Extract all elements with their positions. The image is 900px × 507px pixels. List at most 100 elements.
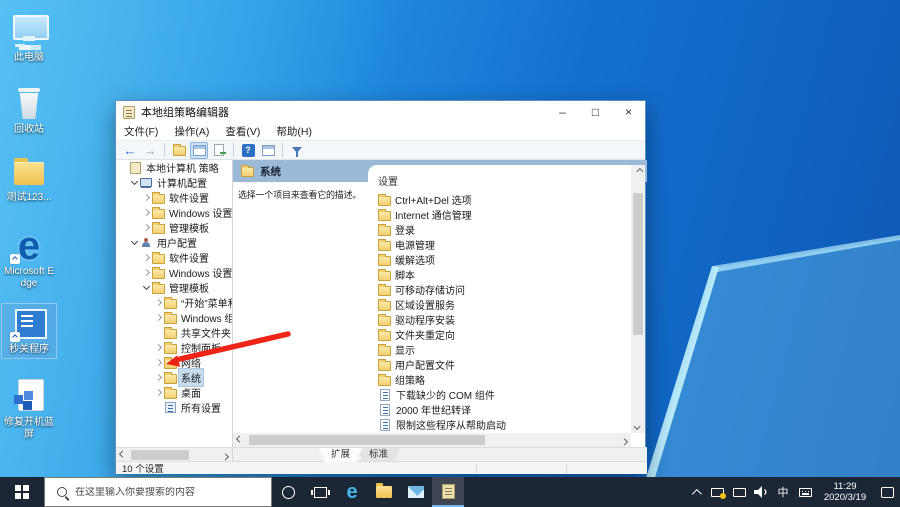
tree-item[interactable]: 计算机配置 xyxy=(116,175,232,190)
tray-notification-app[interactable] xyxy=(706,477,728,507)
tree-item[interactable]: 管理模板 xyxy=(116,220,232,235)
tree-item[interactable]: 用户配置 xyxy=(116,235,232,250)
vertical-scrollbar[interactable] xyxy=(631,165,645,433)
expand-chevron-icon[interactable] xyxy=(154,403,163,412)
settings-item[interactable]: Ctrl+Alt+Del 选项 xyxy=(368,192,631,207)
expand-chevron-icon[interactable] xyxy=(142,268,151,277)
menu-item[interactable]: 文件(F) xyxy=(116,124,166,139)
forward-button[interactable]: → xyxy=(141,142,159,159)
desktop-icon[interactable]: e Microsoft Edge xyxy=(2,226,56,292)
menu-item[interactable]: 查看(V) xyxy=(217,124,268,139)
settings-item[interactable]: 区域设置服务 xyxy=(368,297,631,312)
menu-item[interactable]: 帮助(H) xyxy=(268,124,320,139)
ime-indicator[interactable]: 中 xyxy=(772,477,794,507)
scroll-right-button[interactable] xyxy=(219,448,232,462)
expand-chevron-icon[interactable] xyxy=(119,163,128,172)
expand-chevron-icon[interactable] xyxy=(130,178,139,187)
expand-chevron-icon[interactable] xyxy=(130,238,139,247)
taskbar-search[interactable] xyxy=(44,477,272,507)
tree-horizontal-scrollbar[interactable] xyxy=(116,448,233,462)
tree-item[interactable]: 所有设置 xyxy=(116,400,232,415)
settings-item[interactable]: 登录 xyxy=(368,222,631,237)
tree-item[interactable]: 桌面 xyxy=(116,385,232,400)
back-button[interactable]: ← xyxy=(121,142,139,159)
start-button[interactable] xyxy=(0,477,44,507)
show-console-tree-button[interactable] xyxy=(190,142,208,159)
expand-chevron-icon[interactable] xyxy=(154,313,163,322)
settings-column-header[interactable]: 设置 xyxy=(368,165,631,192)
taskbar-clock[interactable]: 11:29 2020/3/19 xyxy=(816,477,874,507)
cortana-button[interactable] xyxy=(272,477,304,507)
scroll-right-button[interactable] xyxy=(618,433,631,447)
settings-item[interactable]: 组策略 xyxy=(368,372,631,387)
settings-item[interactable]: 2000 年世纪转译 xyxy=(368,402,631,417)
scrollbar-thumb[interactable] xyxy=(633,193,643,335)
scrollbar-thumb[interactable] xyxy=(249,435,485,445)
new-window-button[interactable] xyxy=(259,142,277,159)
tab-standard[interactable]: 标准 xyxy=(357,448,400,462)
filter-button[interactable] xyxy=(288,142,306,159)
expand-chevron-icon[interactable] xyxy=(142,223,151,232)
window-icon xyxy=(262,145,275,156)
action-center-button[interactable] xyxy=(874,477,900,507)
tree-item[interactable]: 软件设置 xyxy=(116,190,232,205)
scrollbar-thumb[interactable] xyxy=(131,450,189,460)
gpedit-taskbar-button[interactable] xyxy=(432,477,464,507)
titlebar[interactable]: 本地组策略编辑器 – □ × xyxy=(116,101,645,123)
mail-icon xyxy=(408,486,424,498)
hidden-icons-button[interactable] xyxy=(684,477,706,507)
settings-item[interactable]: 显示 xyxy=(368,342,631,357)
network-status[interactable] xyxy=(728,477,750,507)
scroll-left-button[interactable] xyxy=(233,433,246,447)
desktop-icon[interactable]: 修复开机蓝屏 xyxy=(2,377,56,443)
settings-item[interactable]: 脚本 xyxy=(368,267,631,282)
up-one-level-button[interactable] xyxy=(170,142,188,159)
expand-chevron-icon[interactable] xyxy=(142,253,151,262)
settings-item[interactable]: 下载缺少的 COM 组件 xyxy=(368,387,631,402)
volume-status[interactable] xyxy=(750,477,772,507)
maximize-button[interactable]: □ xyxy=(579,101,612,123)
expand-chevron-icon[interactable] xyxy=(142,193,151,202)
export-list-button[interactable] xyxy=(210,142,228,159)
edge-taskbar-button[interactable]: e xyxy=(336,477,368,507)
scroll-down-button[interactable] xyxy=(631,420,645,433)
tree-item[interactable]: 软件设置 xyxy=(116,250,232,265)
scroll-up-button[interactable] xyxy=(631,165,645,178)
expand-chevron-icon[interactable] xyxy=(154,298,163,307)
menu-item[interactable]: 操作(A) xyxy=(166,124,217,139)
expand-chevron-icon[interactable] xyxy=(142,208,151,217)
touch-keyboard-button[interactable] xyxy=(794,477,816,507)
settings-item[interactable]: 电源管理 xyxy=(368,237,631,252)
folder-icon xyxy=(130,162,141,174)
expand-chevron-icon[interactable] xyxy=(154,388,163,397)
tree-item[interactable]: 管理模板 xyxy=(116,280,232,295)
settings-item[interactable]: 驱动程序安装 xyxy=(368,312,631,327)
settings-item[interactable]: 可移动存储访问 xyxy=(368,282,631,297)
tab-extended[interactable]: 扩展 xyxy=(319,448,362,462)
settings-item[interactable]: 文件夹重定向 xyxy=(368,327,631,342)
tree-item[interactable]: 本地计算机 策略 xyxy=(116,160,232,175)
settings-item[interactable]: 用户配置文件 xyxy=(368,357,631,372)
task-view-button[interactable] xyxy=(304,477,336,507)
settings-item[interactable]: Internet 通信管理 xyxy=(368,207,631,222)
scroll-left-button[interactable] xyxy=(116,448,129,462)
file-explorer-button[interactable] xyxy=(368,477,400,507)
settings-item[interactable]: 缓解选项 xyxy=(368,252,631,267)
expand-chevron-icon[interactable] xyxy=(142,283,151,292)
desktop-icon[interactable]: 秒关程序 xyxy=(2,304,56,358)
settings-item[interactable]: 限制这些程序从帮助启动 xyxy=(368,417,631,432)
tree-item[interactable]: Windows 设置 xyxy=(116,265,232,280)
close-button[interactable]: × xyxy=(612,101,645,123)
mail-button[interactable] xyxy=(400,477,432,507)
search-input[interactable] xyxy=(75,487,245,498)
tree-item[interactable]: Windows 组 xyxy=(116,310,232,325)
desktop-icon[interactable]: 回收站 xyxy=(2,84,56,138)
horizontal-scrollbar[interactable] xyxy=(233,433,631,447)
tree-item[interactable]: Windows 设置 xyxy=(116,205,232,220)
tree-item[interactable]: “开始”菜单和 xyxy=(116,295,232,310)
desktop-icon[interactable]: 测试123... xyxy=(2,152,56,206)
tree-item-icon xyxy=(151,192,165,204)
desktop-icon[interactable]: 此电脑 xyxy=(2,12,56,66)
help-button[interactable]: ? xyxy=(239,142,257,159)
minimize-button[interactable]: – xyxy=(546,101,579,123)
